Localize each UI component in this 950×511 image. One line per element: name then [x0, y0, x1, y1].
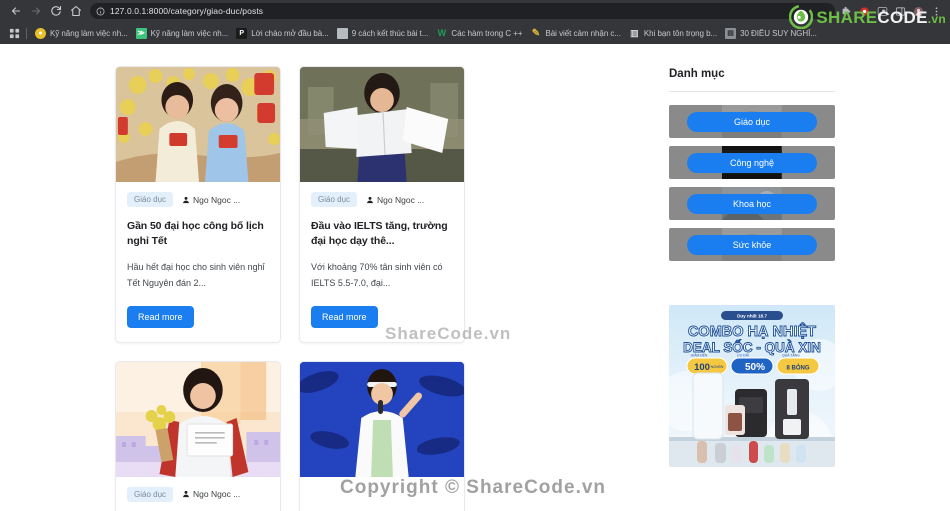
content-wrapper: Giáo dục Ngo Ngoc ... Gần 50 đại học côn…	[0, 44, 950, 511]
user-icon	[367, 196, 373, 203]
post-author-name: Ngo Ngoc ...	[193, 489, 241, 500]
w-letter-favicon: W	[437, 28, 447, 38]
home-icon[interactable]	[66, 1, 86, 21]
svg-text:ƯU ĐÃI: ƯU ĐÃI	[737, 353, 749, 358]
user-icon	[183, 196, 189, 203]
post-card-body: Giáo dục Ngo Ngoc ... Từ nữ sinh chuyên …	[116, 477, 280, 511]
category-badge[interactable]: Giáo dục	[127, 486, 174, 502]
bookmark-item[interactable]: ▤ 30 ĐIỀU SUY NGHĨ...	[722, 26, 822, 41]
bookmark-item[interactable]: P Lời chào mở đầu bà...	[233, 26, 334, 41]
bookmark-item[interactable]: 9 cách kết thúc bài t...	[334, 26, 434, 41]
back-arrow-icon[interactable]	[6, 1, 26, 21]
user-icon	[183, 491, 189, 498]
forward-arrow-icon[interactable]	[26, 1, 46, 21]
browser-toolbar: 127.0.0.1:8000/category/giao-duc/posts	[0, 0, 950, 22]
post-thumbnail[interactable]	[300, 67, 464, 182]
more-menu-icon[interactable]	[931, 6, 942, 17]
post-grid: Giáo dục Ngo Ngoc ... Gần 50 đại học côn…	[115, 66, 647, 511]
record-icon[interactable]	[859, 6, 870, 17]
ad-headline-1: COMBO HẠ NHIỆT	[688, 322, 816, 340]
post-author: Ngo Ngoc ...	[182, 489, 240, 499]
yellow-circle-favicon: ●	[35, 27, 46, 39]
post-meta: Giáo dục Ngo Ngoc ...	[127, 486, 269, 502]
post-card-body: Giáo dục Ngo Ngoc ... Đầu vào IELTS tăng…	[300, 182, 464, 342]
reload-icon[interactable]	[46, 1, 66, 21]
bookmark-label: Các hàm trong C ++	[451, 28, 523, 38]
post-card[interactable]: Giáo dục Ngo Ngoc ... Từ nữ sinh chuyên …	[115, 360, 281, 511]
extension-puzzle-icon[interactable]	[841, 6, 852, 17]
bookmark-label: Lời chào mở đầu bà...	[251, 28, 329, 38]
promo-ad-banner[interactable]: Duy nhất 18.7 COMBO HẠ NHIỆT DEAL SỐC - …	[669, 305, 835, 467]
bookmark-item[interactable]: ✎ Bài viết cảm nhận c...	[527, 26, 625, 41]
svg-text:50%: 50%	[745, 362, 765, 373]
sidebar-category-giao-duc[interactable]: Giáo dục	[669, 105, 835, 138]
profile-avatar-icon[interactable]	[913, 6, 924, 17]
read-more-button[interactable]: Read more	[311, 305, 378, 328]
document-favicon: ▤	[725, 27, 737, 39]
bookmark-label: 9 cách kết thúc bài t...	[351, 28, 429, 38]
post-thumbnail[interactable]	[116, 67, 280, 182]
sidebar-category-khoa-hoc[interactable]: Khoa học	[669, 187, 835, 220]
svg-text:GIẢM ĐẾN: GIẢM ĐẾN	[691, 353, 708, 358]
book-favicon: ▥	[630, 27, 639, 38]
page-content: Giáo dục Ngo Ngoc ... Gần 50 đại học côn…	[0, 44, 950, 511]
post-card[interactable]: Giáo dục Ngo Ngoc ... Đầu vào IELTS tăng…	[299, 66, 465, 343]
site-info-icon[interactable]	[96, 7, 105, 16]
post-author-name: Ngo Ngoc ...	[377, 194, 425, 205]
svg-text:QUÀ TẶNG: QUÀ TẶNG	[782, 354, 800, 358]
bookmark-label: Kỹ năng làm việc nh...	[150, 28, 229, 38]
bookmark-label: 30 ĐIỀU SUY NGHĨ...	[740, 28, 817, 38]
svg-text:NGHÌN: NGHÌN	[711, 364, 724, 369]
post-title[interactable]: Đầu vào IELTS tăng, trường đại học dạy t…	[311, 219, 453, 249]
sidebar-icon[interactable]	[895, 6, 906, 17]
read-more-button[interactable]: Read more	[127, 305, 194, 328]
browser-chrome: 127.0.0.1:8000/category/giao-duc/posts ●…	[0, 0, 950, 44]
post-card[interactable]: Giáo dục Ngo Ngoc ... Gần 50 đại học côn…	[115, 66, 281, 343]
sidebar-title: Danh mục	[669, 68, 725, 80]
post-meta: Giáo dục Ngo Ngoc ...	[311, 192, 453, 207]
post-author: Ngo Ngoc ...	[182, 195, 240, 205]
ad-tag-text: Duy nhất 18.7	[737, 313, 767, 319]
post-meta: Giáo dục Ngo Ngoc ...	[127, 192, 269, 207]
bookmark-item[interactable]: ≫ Kỹ năng làm việc nh...	[133, 26, 234, 41]
post-card-body: Giáo dục Ngo Ngoc ... Gần 50 đại học côn…	[116, 182, 280, 342]
bookmark-label: Kỹ năng làm việc nh...	[50, 28, 128, 38]
svg-text:8 BỎNG: 8 BỎNG	[786, 365, 809, 372]
category-button[interactable]: Sức khỏe	[687, 234, 817, 255]
reading-list-icon[interactable]	[877, 6, 888, 17]
sidebar-divider	[669, 91, 835, 92]
gray-image-favicon	[336, 27, 348, 39]
black-square-favicon: P	[236, 27, 248, 39]
bookmarks-divider	[26, 27, 27, 39]
category-button[interactable]: Giáo dục	[687, 111, 817, 132]
bookmark-item[interactable]: ● Kỹ năng làm việc nh...	[32, 26, 133, 41]
bookmark-item[interactable]: W Các hàm trong C ++	[433, 26, 527, 41]
post-author-name: Ngo Ngoc ...	[193, 194, 241, 205]
post-excerpt: Hầu hết đại học cho sinh viên nghỉ Tết N…	[127, 262, 265, 289]
post-thumbnail[interactable]	[300, 361, 464, 477]
category-badge[interactable]: Giáo dục	[127, 192, 174, 207]
post-excerpt: Với khoảng 70% tân sinh viên có IELTS 5.…	[311, 262, 443, 289]
post-author: Ngo Ngoc ...	[366, 195, 424, 205]
yellow-pencil-favicon: ✎	[531, 27, 541, 39]
post-title[interactable]: Gần 50 đại học công bố lịch nghỉ Tết	[127, 219, 269, 249]
post-thumbnail[interactable]	[116, 361, 280, 477]
green-square-favicon: ≫	[135, 27, 147, 39]
bookmarks-bar: ● Kỹ năng làm việc nh... ≫ Kỹ năng làm v…	[0, 22, 950, 44]
address-bar[interactable]: 127.0.0.1:8000/category/giao-duc/posts	[90, 3, 835, 19]
category-button[interactable]: Khoa học	[687, 193, 817, 214]
sidebar-category-cong-nghe[interactable]: Công nghệ	[669, 146, 835, 179]
apps-grid-icon[interactable]	[5, 25, 23, 41]
bookmark-label: Khi bạn tôn trọng b...	[643, 28, 718, 38]
address-bar-url[interactable]: 127.0.0.1:8000/category/giao-duc/posts	[110, 6, 263, 16]
category-badge[interactable]: Giáo dục	[311, 192, 358, 207]
bookmark-item[interactable]: ▥ Khi bạn tôn trọng b...	[626, 26, 722, 41]
sidebar-category-suc-khoe[interactable]: Sức khỏe	[669, 228, 835, 261]
post-card[interactable]	[299, 360, 465, 511]
category-button[interactable]: Công nghệ	[687, 152, 817, 173]
sidebar: Danh mục Giáo dục Công nghệ Khoa học Sức…	[669, 66, 835, 511]
toolbar-right-icons	[841, 6, 944, 17]
bookmark-label: Bài viết cảm nhận c...	[545, 28, 621, 38]
svg-text:100: 100	[694, 362, 710, 373]
